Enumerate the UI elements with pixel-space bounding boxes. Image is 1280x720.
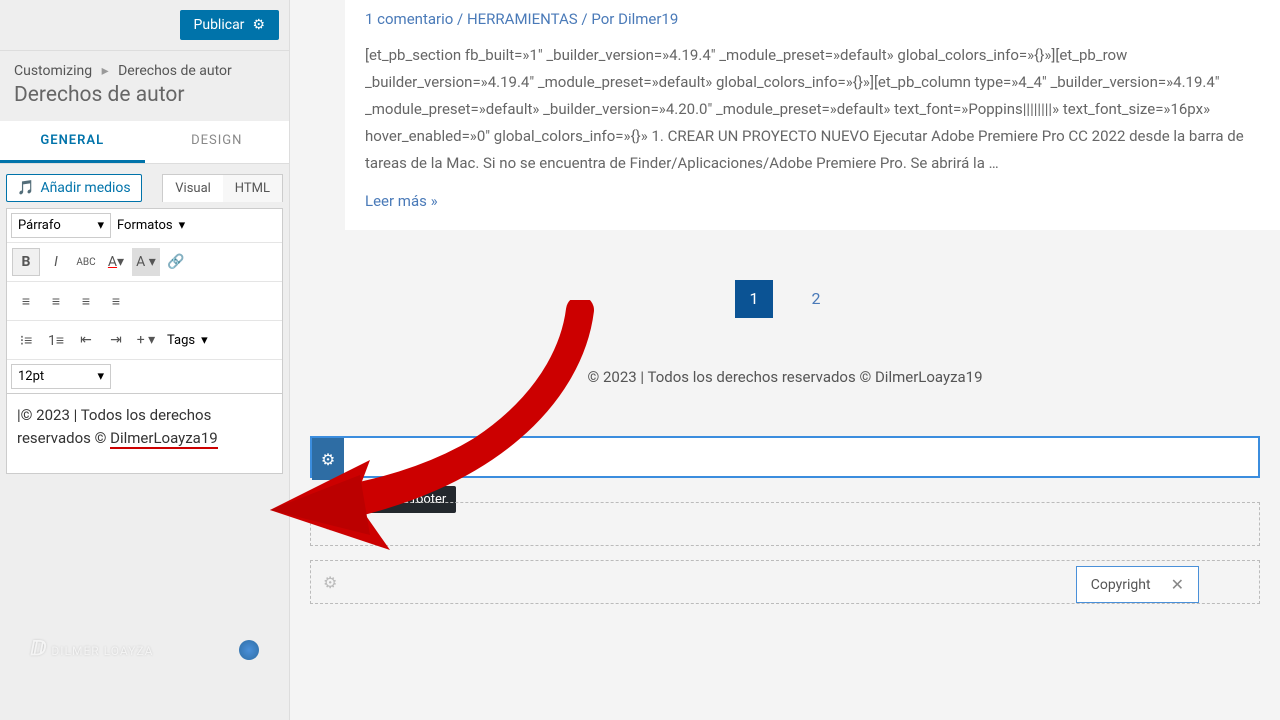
customizer-sidebar: Publicar ⚙ Customizing ▸ Derechos de aut… <box>0 0 290 720</box>
chevron-down-icon: ▾ <box>179 218 186 233</box>
insert-button[interactable]: + ▾ <box>132 326 160 354</box>
tab-html[interactable]: HTML <box>223 175 282 202</box>
gear-icon[interactable]: ⚙ <box>323 573 337 592</box>
publish-label: Publicar <box>194 17 245 33</box>
align-right-button[interactable]: ≡ <box>72 287 100 315</box>
breadcrumb-root[interactable]: Customizing <box>14 63 92 79</box>
read-more: Leer más » <box>365 191 1260 210</box>
outdent-button[interactable]: ⇤ <box>72 326 100 354</box>
tab-visual[interactable]: Visual <box>163 175 223 202</box>
add-media-label: Añadir medios <box>40 180 130 196</box>
bold-button[interactable]: B <box>12 248 40 276</box>
justify-button[interactable]: ≡ <box>102 287 130 315</box>
tab-general[interactable]: GENERAL <box>0 121 145 163</box>
publish-button[interactable]: Publicar ⚙ <box>180 10 279 40</box>
page-2[interactable]: 2 <box>797 280 835 318</box>
editor-toolbar: Párrafo ▾ Formatos ▾ B I ABC A ▾ A ▾ 🔗 ≡… <box>6 208 283 394</box>
widget-placeholder-1[interactable]: ⚙ <box>310 502 1260 546</box>
chevron-down-icon: ▾ <box>201 333 208 348</box>
chevron-down-icon: ▾ <box>97 369 104 384</box>
pagination: 1 2 <box>290 280 1280 318</box>
comments-link[interactable]: 1 comentario <box>365 10 453 28</box>
breadcrumb-leaf: Derechos de autor <box>118 63 232 79</box>
text-color-button[interactable]: A ▾ <box>102 248 130 276</box>
publish-bar: Publicar ⚙ <box>0 0 289 51</box>
widget-area: ⚙ Above footer ⚙ ⚙ Copyright ✕ <box>310 436 1260 604</box>
site-preview: 1 comentario / HERRAMIENTAS / Por Dilmer… <box>290 0 1280 720</box>
chevron-down-icon: ▾ <box>97 218 104 233</box>
tags-select[interactable]: Tags ▾ <box>161 329 214 352</box>
number-list-button[interactable]: 1≡ <box>42 326 70 354</box>
bullet-list-button[interactable]: ⁝≡ <box>12 326 40 354</box>
copyright-badge[interactable]: Copyright ✕ <box>1076 566 1199 603</box>
author-link[interactable]: Dilmer19 <box>618 10 678 28</box>
fontsize-select[interactable]: 12pt ▾ <box>11 364 111 389</box>
media-icon: 🎵 <box>17 180 34 196</box>
highlight-button[interactable]: A ▾ <box>132 248 160 276</box>
page-title: Derechos de autor <box>0 83 289 121</box>
editor-panel: 🎵 Añadir medios Visual HTML Párrafo ▾ Fo… <box>0 164 289 484</box>
strikethrough-button[interactable]: ABC <box>72 248 100 276</box>
link-button[interactable]: 🔗 <box>162 248 190 276</box>
footer-copyright: © 2023 | Todos los derechos reservados ©… <box>290 368 1280 386</box>
footer-widget-slot[interactable]: ⚙ <box>310 436 1260 478</box>
category-link[interactable]: HERRAMIENTAS <box>467 10 578 28</box>
paragraph-select[interactable]: Párrafo ▾ <box>11 213 111 238</box>
gear-icon[interactable]: ⚙ <box>323 515 337 534</box>
formats-select[interactable]: Formatos ▾ <box>111 214 191 237</box>
color-wheel-icon[interactable] <box>239 640 259 660</box>
post-excerpt: [et_pb_section fb_built=»1″ _builder_ver… <box>365 42 1260 177</box>
add-media-button[interactable]: 🎵 Añadir medios <box>6 174 142 202</box>
editor-content[interactable]: |© 2023 | Todos los derechos reservados … <box>6 394 283 474</box>
post-card: 1 comentario / HERRAMIENTAS / Por Dilmer… <box>345 0 1280 230</box>
page-1[interactable]: 1 <box>735 280 773 318</box>
align-center-button[interactable]: ≡ <box>42 287 70 315</box>
tab-design[interactable]: DESIGN <box>145 121 290 163</box>
align-left-button[interactable]: ≡ <box>12 287 40 315</box>
watermark-logo: ⅅ DILMER LOAYZA <box>30 636 153 660</box>
panel-tabs: GENERAL DESIGN <box>0 121 289 164</box>
close-icon[interactable]: ✕ <box>1171 575 1184 594</box>
indent-button[interactable]: ⇥ <box>102 326 130 354</box>
gear-icon: ⚙ <box>252 17 265 33</box>
widget-placeholder-2[interactable]: ⚙ Copyright ✕ <box>310 560 1260 604</box>
chevron-right-icon: ▸ <box>102 63 109 79</box>
editor-mode-tabs: Visual HTML <box>162 174 283 202</box>
post-meta: 1 comentario / HERRAMIENTAS / Por Dilmer… <box>365 0 1260 28</box>
media-row: 🎵 Añadir medios Visual HTML <box>6 174 283 202</box>
gear-icon[interactable]: ⚙ <box>312 438 344 480</box>
read-more-link[interactable]: Leer más » <box>365 192 438 210</box>
italic-button[interactable]: I <box>42 248 70 276</box>
breadcrumb: Customizing ▸ Derechos de autor <box>0 51 289 83</box>
